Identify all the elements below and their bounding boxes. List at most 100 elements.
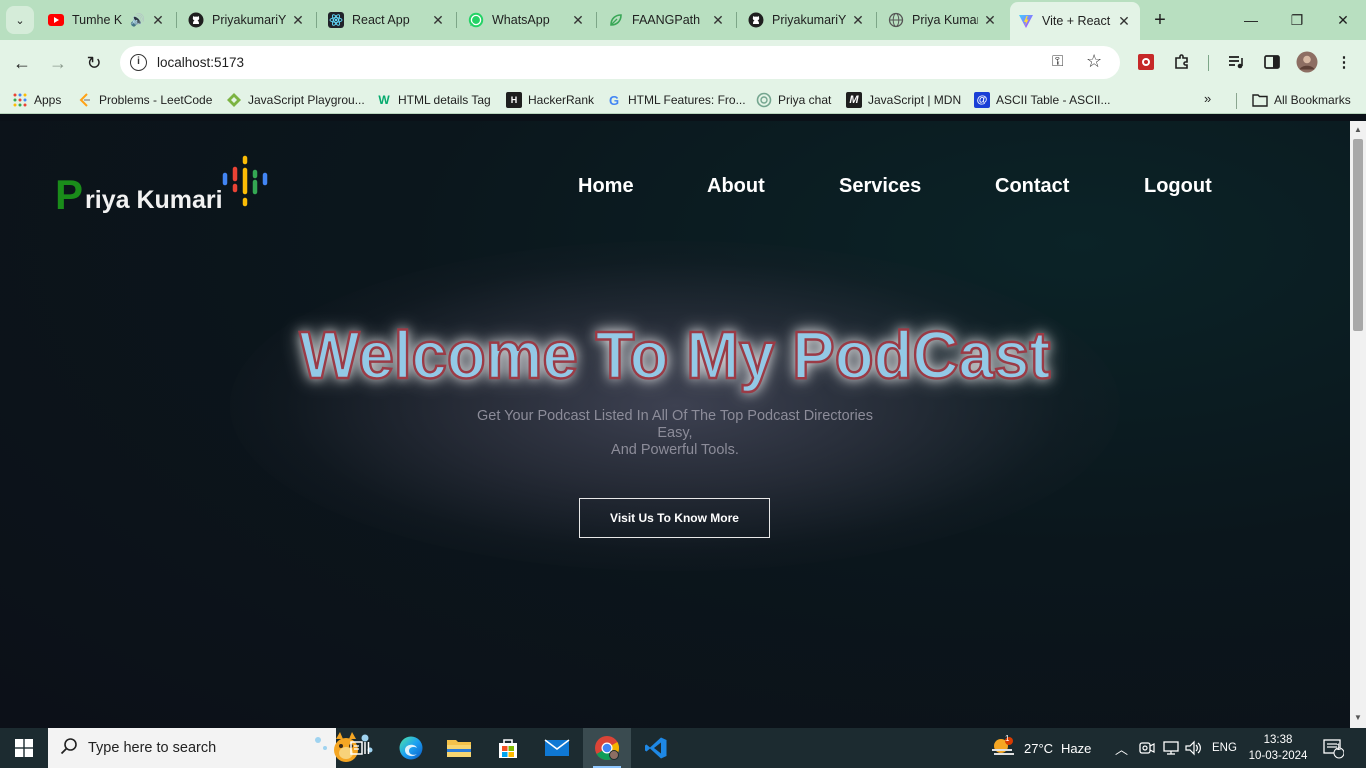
- taskbar-app-chrome[interactable]: [583, 728, 631, 768]
- weather-haze-icon: [992, 737, 1014, 755]
- tab-title: Vite + React: [1042, 14, 1111, 28]
- bookmark-item[interactable]: JavaScript Playgrou...: [226, 91, 365, 109]
- browser-tab[interactable]: Tumhe K 🔊 ✕: [40, 4, 174, 36]
- close-tab-icon[interactable]: ✕: [150, 12, 166, 28]
- profile-avatar[interactable]: [1295, 50, 1319, 74]
- tab-divider: [596, 12, 597, 28]
- address-bar[interactable]: i localhost:5173 ⚿ ☆: [120, 46, 1120, 79]
- start-button[interactable]: [0, 728, 48, 768]
- browser-tab-active[interactable]: Vite + React ✕: [1010, 2, 1140, 40]
- bookmark-item[interactable]: Priya chat: [756, 91, 831, 109]
- minimize-icon: —: [1244, 12, 1258, 28]
- bookmark-label: JavaScript | MDN: [868, 93, 962, 107]
- browser-tab[interactable]: PriyakumariY ✕: [180, 4, 314, 36]
- taskbar-app-vscode[interactable]: [632, 728, 680, 768]
- chevron-up-icon: ︿: [1115, 741, 1129, 757]
- close-tab-icon[interactable]: ✕: [570, 12, 586, 28]
- scrollbar-thumb[interactable]: [1353, 139, 1363, 331]
- browser-tab[interactable]: PriyakumariY ✕: [740, 4, 874, 36]
- speaker-icon[interactable]: 🔊: [130, 13, 146, 27]
- site-info-icon[interactable]: i: [130, 54, 147, 71]
- close-tab-icon[interactable]: ✕: [850, 12, 866, 28]
- side-panel-icon[interactable]: [1260, 50, 1284, 74]
- back-button[interactable]: ←: [8, 49, 36, 77]
- notification-center-button[interactable]: 1: [1322, 728, 1344, 768]
- bookmark-label: HTML Features: Fro...: [628, 93, 746, 107]
- bookmark-item[interactable]: W HTML details Tag: [376, 91, 491, 109]
- tab-search-menu-button[interactable]: ⌄: [6, 6, 34, 34]
- arrow-left-icon: ←: [13, 52, 31, 73]
- weather-widget[interactable]: 1 27°C Haze: [990, 728, 1091, 768]
- bookmark-label: HTML details Tag: [398, 93, 491, 107]
- bookmark-item[interactable]: G HTML Features: Fro...: [606, 91, 746, 109]
- globe-icon: [888, 12, 904, 28]
- network-icon[interactable]: [1163, 728, 1181, 768]
- forward-button[interactable]: →: [44, 49, 72, 77]
- close-tab-icon[interactable]: ✕: [710, 12, 726, 28]
- taskbar-app-edge[interactable]: [387, 728, 435, 768]
- site-logo[interactable]: P riya Kumari: [55, 166, 223, 216]
- chevron-down-icon: ⌄: [15, 14, 25, 27]
- minimize-button[interactable]: —: [1228, 0, 1274, 40]
- show-hidden-icons-button[interactable]: ︿: [1115, 728, 1128, 768]
- meet-now-icon[interactable]: [1139, 728, 1155, 768]
- taskbar-search[interactable]: Type here to search: [48, 728, 373, 768]
- whatsapp-icon: [468, 12, 484, 28]
- url-text[interactable]: localhost:5173: [157, 55, 244, 70]
- reload-button[interactable]: ↻: [80, 49, 108, 77]
- bookmark-item[interactable]: Problems - LeetCode: [77, 91, 212, 109]
- nav-contact[interactable]: Contact: [995, 175, 1069, 198]
- close-tab-icon[interactable]: ✕: [1116, 13, 1132, 29]
- bookmark-star-icon[interactable]: ☆: [1086, 51, 1102, 72]
- tab-divider: [876, 12, 877, 28]
- volume-icon[interactable]: [1185, 728, 1203, 768]
- extensions-puzzle-icon[interactable]: [1170, 50, 1194, 74]
- nav-services[interactable]: Services: [839, 175, 921, 198]
- browser-tab[interactable]: Priya Kumari ✕: [880, 4, 1006, 36]
- media-control-icon[interactable]: [1224, 50, 1248, 74]
- close-tab-icon[interactable]: ✕: [430, 12, 446, 28]
- bookmarks-overflow-button[interactable]: »: [1204, 91, 1211, 106]
- bookmark-item[interactable]: M JavaScript | MDN: [846, 91, 961, 109]
- close-window-button[interactable]: ✕: [1320, 0, 1366, 40]
- kebab-menu-icon[interactable]: ⋮: [1332, 50, 1356, 74]
- nav-about[interactable]: About: [707, 175, 765, 198]
- task-view-button[interactable]: [336, 728, 384, 768]
- nav-home[interactable]: Home: [578, 175, 634, 198]
- browser-tab[interactable]: WhatsApp ✕: [460, 4, 594, 36]
- toolbar-divider: [1208, 55, 1209, 71]
- browser-tab[interactable]: React App ✕: [320, 4, 454, 36]
- taskbar-app-store[interactable]: [484, 728, 532, 768]
- leetcode-icon: [77, 92, 93, 108]
- scroll-down-icon[interactable]: ▼: [1354, 713, 1362, 722]
- close-icon: ✕: [1337, 11, 1349, 28]
- browser-tab[interactable]: FAANGPath ✕: [600, 4, 734, 36]
- w3schools-icon: W: [378, 93, 390, 107]
- all-bookmarks-folder[interactable]: All Bookmarks: [1252, 91, 1351, 109]
- key-icon[interactable]: ⚿: [1052, 53, 1063, 70]
- store-icon: [499, 739, 517, 758]
- clock-date: 10-03-2024: [1248, 750, 1308, 762]
- extension-icon[interactable]: [1134, 50, 1158, 74]
- bookmark-item[interactable]: H HackerRank: [506, 91, 594, 109]
- close-tab-icon[interactable]: ✕: [982, 12, 998, 28]
- system-clock[interactable]: 13:38 10-03-2024: [1246, 732, 1310, 764]
- input-language[interactable]: ENG: [1212, 728, 1237, 768]
- windows-logo-icon: [15, 739, 33, 757]
- bookmark-item[interactable]: @ ASCII Table - ASCII...: [974, 91, 1111, 109]
- nav-logout[interactable]: Logout: [1144, 175, 1212, 198]
- file-explorer-icon: [447, 740, 471, 757]
- ascii-icon: @: [974, 92, 990, 108]
- taskbar-app-mail[interactable]: [533, 728, 581, 768]
- hero-subtitle-line: And Powerful Tools.: [611, 442, 739, 458]
- bookmark-item[interactable]: Apps: [12, 91, 61, 109]
- tab-title: FAANGPath: [632, 13, 701, 27]
- taskbar-app-file-explorer[interactable]: [435, 728, 483, 768]
- page-scrollbar[interactable]: ▲ ▼: [1350, 121, 1366, 728]
- visit-us-button[interactable]: Visit Us To Know More: [579, 498, 770, 538]
- close-tab-icon[interactable]: ✕: [290, 12, 306, 28]
- chatgpt-icon: [756, 92, 772, 108]
- new-tab-button[interactable]: +: [1148, 8, 1172, 32]
- restore-button[interactable]: ❐: [1274, 0, 1320, 40]
- scroll-up-icon[interactable]: ▲: [1354, 125, 1362, 134]
